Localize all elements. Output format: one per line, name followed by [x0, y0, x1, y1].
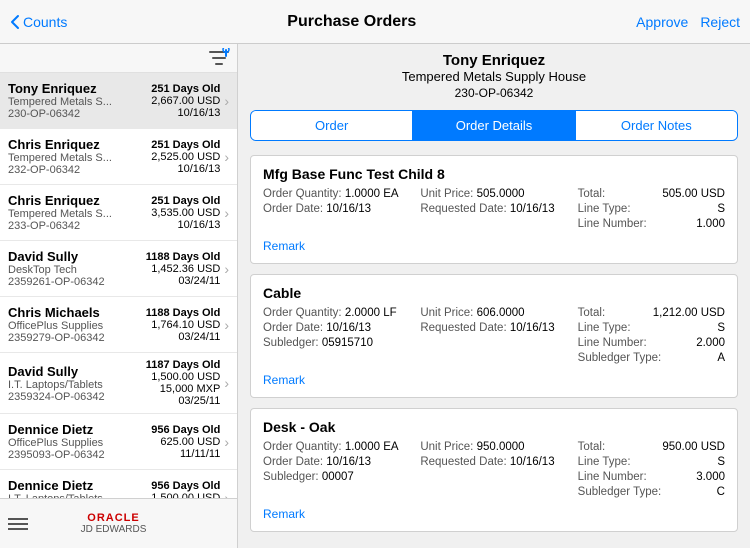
- list-item-sub2: 230-OP-06342: [8, 108, 151, 120]
- order-item: Cable Order Quantity: 2.0000 LF Order Da…: [250, 274, 738, 398]
- chevron-right-icon: ›: [224, 261, 229, 277]
- left-panel: Tony Enriquez Tempered Metals S... 230-O…: [0, 44, 238, 548]
- back-button[interactable]: Counts: [10, 14, 67, 30]
- page-title: Purchase Orders: [67, 13, 636, 31]
- list-item[interactable]: Chris Enriquez Tempered Metals S... 232-…: [0, 129, 237, 185]
- list-item-right: 1188 Days Old1,764.10 USD03/24/11: [146, 307, 221, 343]
- tab-bar: Order Order Details Order Notes: [250, 110, 738, 141]
- top-navigation: Counts Purchase Orders Approve Reject: [0, 0, 750, 44]
- tab-order[interactable]: Order: [251, 111, 412, 140]
- list-item-sub1: OfficePlus Supplies: [8, 320, 146, 332]
- list-item[interactable]: Chris Michaels OfficePlus Supplies 23592…: [0, 297, 237, 353]
- list-item-right: 251 Days Old3,535.00 USD10/16/13: [151, 195, 220, 231]
- company-name: Tony Enriquez: [250, 52, 738, 69]
- oracle-logo: ORACLE JD EDWARDS: [81, 512, 147, 535]
- chevron-right-icon: ›: [224, 490, 229, 499]
- order-item-title: Mfg Base Func Test Child 8: [263, 166, 725, 182]
- reject-button[interactable]: Reject: [700, 14, 740, 30]
- remark-link[interactable]: Remark: [263, 373, 305, 387]
- tab-order-details[interactable]: Order Details: [412, 111, 574, 140]
- list-item-name: David Sully: [8, 364, 146, 379]
- jde-text: JD EDWARDS: [81, 524, 147, 535]
- hamburger-menu-button[interactable]: [8, 518, 28, 530]
- left-panel-footer: ORACLE JD EDWARDS: [0, 498, 237, 548]
- list-item-sub1: OfficePlus Supplies: [8, 437, 151, 449]
- list-item-sub1: Tempered Metals S...: [8, 208, 151, 220]
- order-item: Desk - Oak Order Quantity: 1.0000 EA Ord…: [250, 408, 738, 532]
- chevron-right-icon: ›: [224, 375, 229, 391]
- list-item-sub2: 233-OP-06342: [8, 220, 151, 232]
- list-item[interactable]: Dennice Dietz OfficePlus Supplies 239509…: [0, 414, 237, 470]
- list-item-right: 1188 Days Old1,452.36 USD03/24/11: [146, 251, 221, 287]
- filter-icon[interactable]: [207, 48, 231, 68]
- chevron-right-icon: ›: [224, 434, 229, 450]
- list-item[interactable]: Dennice Dietz I.T. Laptops/Tablets 23951…: [0, 470, 237, 498]
- order-item-title: Cable: [263, 285, 725, 301]
- list-item-sub2: 232-OP-06342: [8, 164, 151, 176]
- list-item-name: Chris Michaels: [8, 305, 146, 320]
- main-layout: Tony Enriquez Tempered Metals S... 230-O…: [0, 44, 750, 548]
- chevron-right-icon: ›: [224, 317, 229, 333]
- list-item[interactable]: Chris Enriquez Tempered Metals S... 233-…: [0, 185, 237, 241]
- right-panel: Tony Enriquez Tempered Metals Supply Hou…: [238, 44, 750, 548]
- company-subtitle: Tempered Metals Supply House: [250, 69, 738, 84]
- content-area: Mfg Base Func Test Child 8 Order Quantit…: [238, 147, 750, 548]
- list-panel: Tony Enriquez Tempered Metals S... 230-O…: [0, 73, 237, 498]
- left-panel-header: [0, 44, 237, 73]
- list-item-sub1: DeskTop Tech: [8, 264, 146, 276]
- chevron-right-icon: ›: [224, 205, 229, 221]
- list-item-name: David Sully: [8, 249, 146, 264]
- list-item-sub2: 2359261-OP-06342: [8, 276, 146, 288]
- list-item-name: Dennice Dietz: [8, 478, 151, 493]
- list-item-name: Chris Enriquez: [8, 193, 151, 208]
- nav-actions: Approve Reject: [636, 14, 740, 30]
- list-item-sub1: Tempered Metals S...: [8, 152, 151, 164]
- list-item-sub2: 2395093-OP-06342: [8, 449, 151, 461]
- right-panel-header: Tony Enriquez Tempered Metals Supply Hou…: [238, 44, 750, 104]
- list-item[interactable]: David Sully I.T. Laptops/Tablets 2359324…: [0, 353, 237, 414]
- list-item[interactable]: David Sully DeskTop Tech 2359261-OP-0634…: [0, 241, 237, 297]
- remark-link[interactable]: Remark: [263, 239, 305, 253]
- chevron-right-icon: ›: [224, 149, 229, 165]
- list-item-sub2: 2359279-OP-06342: [8, 332, 146, 344]
- list-item-right: 1187 Days Old1,500.00 USD15,000 MXP03/25…: [146, 359, 221, 407]
- list-item-name: Tony Enriquez: [8, 81, 151, 96]
- tab-order-notes[interactable]: Order Notes: [575, 111, 737, 140]
- order-item: Mfg Base Func Test Child 8 Order Quantit…: [250, 155, 738, 264]
- order-number: 230-OP-06342: [250, 86, 738, 100]
- order-item-title: Desk - Oak: [263, 419, 725, 435]
- list-item-right: 956 Days Old625.00 USD11/11/11: [151, 424, 220, 460]
- list-item-right: 251 Days Old2,525.00 USD10/16/13: [151, 139, 220, 175]
- list-item-name: Chris Enriquez: [8, 137, 151, 152]
- back-label: Counts: [23, 14, 67, 30]
- back-chevron-icon: [10, 14, 20, 30]
- list-item-sub1: Tempered Metals S...: [8, 96, 151, 108]
- chevron-right-icon: ›: [224, 93, 229, 109]
- list-item-name: Dennice Dietz: [8, 422, 151, 437]
- remark-link[interactable]: Remark: [263, 507, 305, 521]
- list-item-right: 956 Days Old1,500.00 USD11/11/11: [151, 480, 220, 499]
- list-item-sub1: I.T. Laptops/Tablets: [8, 379, 146, 391]
- list-item-sub2: 2359324-OP-06342: [8, 391, 146, 403]
- list-item-right: 251 Days Old2,667.00 USD10/16/13: [151, 83, 220, 119]
- approve-button[interactable]: Approve: [636, 14, 688, 30]
- oracle-text: ORACLE: [81, 512, 147, 524]
- list-item[interactable]: Tony Enriquez Tempered Metals S... 230-O…: [0, 73, 237, 129]
